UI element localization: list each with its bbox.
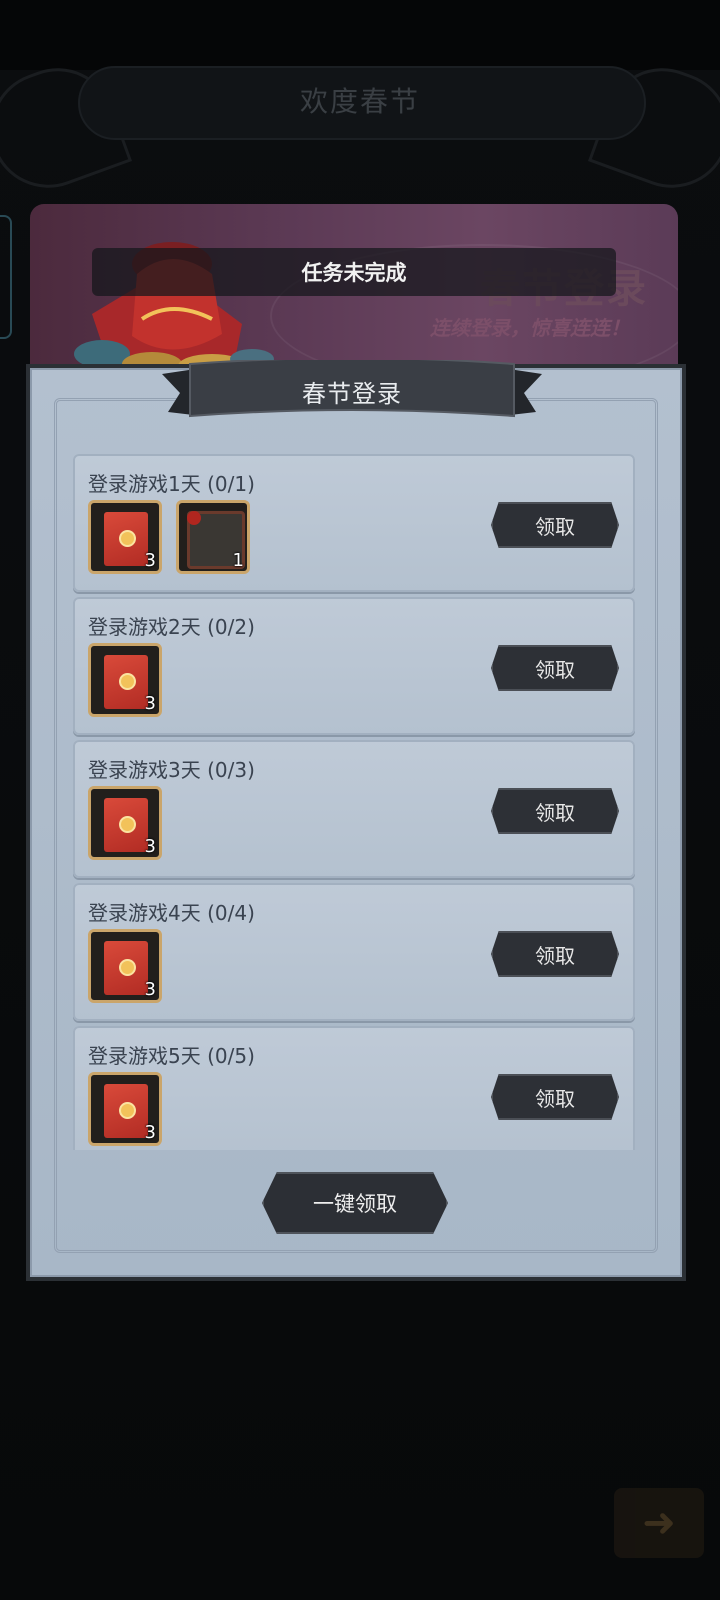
claim-button[interactable]: 领取 — [491, 645, 619, 691]
reward-quantity: 3 — [144, 979, 156, 1000]
reward-item[interactable]: 3 — [88, 786, 162, 860]
task-card: 登录游戏4天 (0/4) 3 领取 — [73, 883, 635, 1021]
red-envelope-icon — [104, 655, 148, 709]
claim-button[interactable]: 领取 — [491, 1074, 619, 1120]
task-title: 登录游戏2天 (0/2) — [88, 615, 255, 639]
red-envelope-icon — [104, 512, 148, 566]
red-envelope-icon — [104, 941, 148, 995]
red-envelope-icon — [104, 1084, 148, 1138]
reward-item[interactable]: 3 — [88, 500, 162, 574]
task-card: 登录游戏3天 (0/3) 3 领取 — [73, 740, 635, 878]
toast-message: 任务未完成 — [92, 248, 616, 296]
reward-quantity: 1 — [232, 550, 244, 571]
reward-quantity: 3 — [144, 550, 156, 571]
task-card: 登录游戏1天 (0/1) 3 1 领取 — [73, 454, 635, 592]
reward-item[interactable]: 3 — [88, 1072, 162, 1146]
reward-quantity: 3 — [144, 1122, 156, 1143]
task-card: 登录游戏5天 (0/5) 3 领取 — [73, 1026, 635, 1150]
claim-button[interactable]: 领取 — [491, 788, 619, 834]
task-title: 登录游戏1天 (0/1) — [88, 472, 255, 496]
task-list[interactable]: 登录游戏1天 (0/1) 3 1 领取 登录游戏2天 (0/2) 3 领取 登录… — [73, 454, 635, 1150]
reward-quantity: 3 — [144, 836, 156, 857]
task-title: 登录游戏4天 (0/4) — [88, 901, 255, 925]
screen-title: 欢度春节 — [299, 85, 420, 118]
reward-item[interactable]: 3 — [88, 929, 162, 1003]
side-tab[interactable] — [0, 215, 12, 339]
panel-title-ribbon: 春节登录 — [162, 360, 542, 422]
red-envelope-icon — [104, 798, 148, 852]
claim-button[interactable]: 领取 — [491, 502, 619, 548]
reward-quantity: 3 — [144, 693, 156, 714]
reward-item[interactable]: 1 — [176, 500, 250, 574]
claim-button[interactable]: 领取 — [491, 931, 619, 977]
task-title: 登录游戏3天 (0/3) — [88, 758, 255, 782]
task-title: 登录游戏5天 (0/5) — [88, 1044, 255, 1068]
banner-subtitle: 连续登录，惊喜连连！ — [430, 316, 630, 340]
claim-all-button[interactable]: 一键领取 — [262, 1172, 448, 1234]
arrow-right-icon: ➜ — [642, 1500, 676, 1546]
next-arrow-button[interactable]: ➜ — [614, 1488, 704, 1558]
panel-title: 春节登录 — [302, 379, 402, 408]
reward-item[interactable]: 3 — [88, 643, 162, 717]
task-card: 登录游戏2天 (0/2) 3 领取 — [73, 597, 635, 735]
